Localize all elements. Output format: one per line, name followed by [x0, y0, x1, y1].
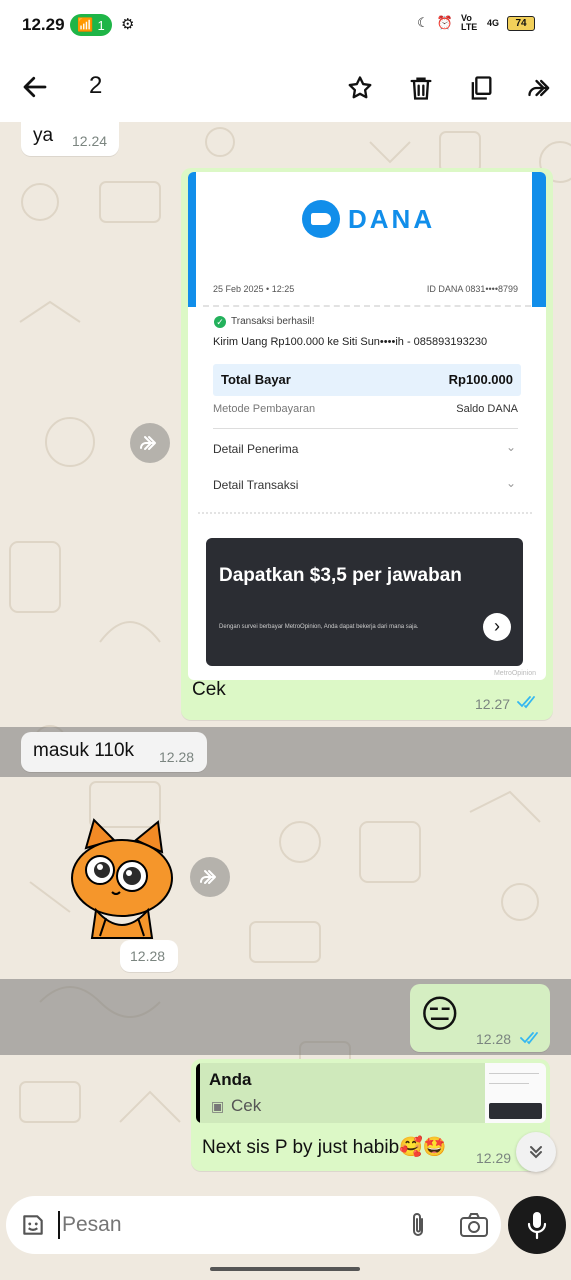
read-ticks-icon	[517, 696, 535, 709]
gear-icon: ⚙	[121, 16, 135, 33]
receipt-accent-right	[532, 172, 546, 307]
chevron-down-icon: ⌄	[505, 440, 516, 454]
forward-icon	[200, 870, 216, 884]
receipt-accent-left	[188, 172, 196, 307]
ad-title: Dapatkan $3,5 per jawaban	[219, 565, 462, 586]
reply-thumbnail	[485, 1063, 546, 1123]
message-time: 12.27	[475, 696, 511, 712]
message-outgoing-emoji[interactable]: 😑 12.28	[410, 984, 550, 1052]
quoted-reply[interactable]: Anda ▣ Cek	[196, 1063, 546, 1123]
ad-subtitle: Dengan survei berbayar MetroOpinion, And…	[219, 624, 419, 630]
receipt-success: Transaksi berhasil!	[231, 316, 315, 327]
message-time: 12.28	[130, 948, 166, 964]
status-bar: 12.29 📶 1 ⚙ ☾ ⏰ Vo LTE 4G 74	[0, 0, 571, 52]
image-caption: Cek	[192, 679, 226, 700]
status-icons: ☾ ⏰ Vo LTE 4G 74	[417, 14, 535, 32]
forward-shortcut-button[interactable]	[130, 423, 170, 463]
chevron-down-icon: ⌄	[505, 476, 516, 490]
detail-recipient: Detail Penerima	[213, 442, 299, 456]
total-value: Rp100.000	[448, 372, 513, 387]
detail-transaction: Detail Transaksi	[213, 478, 299, 492]
gesture-navigation-bar[interactable]	[210, 1267, 360, 1271]
scroll-down-button[interactable]	[516, 1132, 556, 1172]
volte-label: Vo LTE	[460, 13, 478, 32]
forward-shortcut-button[interactable]	[190, 857, 230, 897]
message-time: 12.24	[72, 133, 108, 149]
network-type: 4G	[486, 18, 499, 28]
mic-button[interactable]	[508, 1196, 566, 1254]
method-label: Metode Pembayaran	[213, 403, 316, 415]
sticker-icon[interactable]	[20, 1212, 46, 1238]
moon-icon: ☾	[417, 15, 429, 30]
alarm-icon: ⏰	[436, 15, 453, 30]
ad-banner: Dapatkan $3,5 per jawaban Dengan survei …	[206, 538, 523, 666]
receipt-image[interactable]: DANA 25 Feb 2025 • 12:25 ID DANA 0831•••…	[188, 172, 546, 680]
copy-icon[interactable]	[467, 74, 495, 102]
message-input-bar	[6, 1196, 501, 1254]
back-arrow-icon[interactable]	[20, 72, 50, 102]
hotspot-count: 1	[97, 17, 105, 33]
message-outgoing-reply[interactable]: Anda ▣ Cek Next sis P by just habib🥰🤩 12…	[191, 1059, 550, 1171]
message-incoming[interactable]: ya 12.24	[21, 122, 119, 156]
message-time: 12.28	[476, 1031, 512, 1047]
total-row: Total Bayar Rp100.000	[213, 364, 521, 396]
text-cursor	[58, 1211, 60, 1239]
ad-brand: MetroOpinion	[493, 670, 536, 677]
sticker-time-bubble: 12.28	[120, 940, 178, 972]
message-text: Next sis P by just habib🥰🤩	[202, 1137, 447, 1158]
receipt-date: 25 Feb 2025 • 12:25	[213, 284, 295, 294]
reply-author: Anda	[209, 1070, 252, 1089]
message-input[interactable]	[62, 1208, 392, 1242]
message-time: 12.29	[476, 1150, 512, 1166]
check-icon: ✓	[214, 316, 226, 328]
method-value: Saldo DANA	[456, 403, 518, 415]
message-text: ya	[33, 125, 54, 146]
dana-logo: DANA	[302, 200, 435, 238]
chevron-right-icon: ›	[483, 613, 511, 641]
forward-icon[interactable]	[526, 74, 554, 102]
image-icon: ▣	[211, 1098, 225, 1114]
delete-icon[interactable]	[407, 74, 435, 102]
cat-sticker[interactable]	[66, 818, 178, 940]
message-incoming[interactable]: masuk 110k 12.28	[21, 732, 207, 772]
message-text: masuk 110k	[33, 740, 135, 761]
hotspot-badge: 📶 1	[70, 14, 112, 36]
mic-icon	[527, 1212, 547, 1240]
receipt-id: ID DANA 0831••••8799	[426, 284, 518, 294]
wifi-icon: 📶	[77, 17, 94, 32]
attach-icon[interactable]	[406, 1211, 430, 1239]
read-ticks-icon	[520, 1032, 538, 1045]
camera-icon[interactable]	[459, 1212, 489, 1238]
selection-toolbar: 2	[0, 52, 571, 122]
battery-icon: 74	[507, 15, 535, 31]
emoji: 😑	[420, 994, 460, 1036]
reply-text: Cek	[231, 1096, 262, 1115]
receipt-transfer: Kirim Uang Rp100.000 ke Siti Sun••••ih -…	[213, 336, 488, 348]
double-chevron-down-icon	[530, 1146, 542, 1159]
star-icon[interactable]	[346, 74, 374, 102]
total-label: Total Bayar	[221, 372, 291, 387]
dana-logo-icon	[302, 200, 340, 238]
message-time: 12.28	[159, 749, 195, 765]
selected-count: 2	[89, 72, 103, 99]
dana-brand: DANA	[348, 203, 436, 234]
forward-icon	[140, 436, 156, 450]
status-time: 12.29	[22, 15, 65, 34]
